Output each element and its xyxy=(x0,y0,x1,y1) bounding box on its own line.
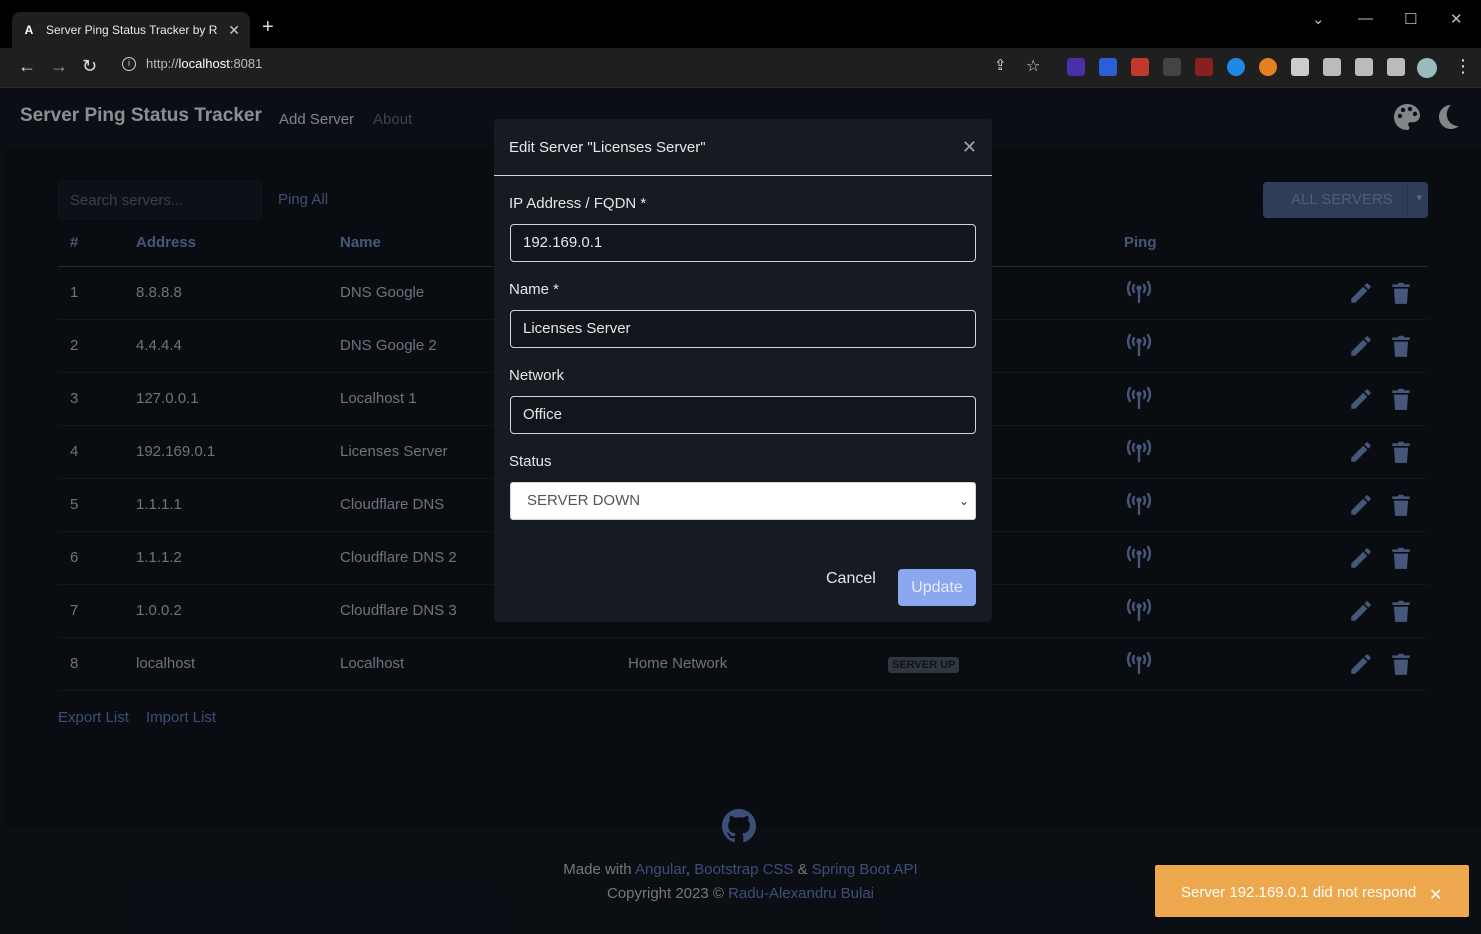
url-port: :8081 xyxy=(229,56,263,71)
network-label: Network xyxy=(509,367,565,384)
download-icon[interactable] xyxy=(1355,58,1373,76)
edit-server-modal: Edit Server "Licenses Server" ✕ IP Addre… xyxy=(494,119,992,622)
extension-icon[interactable] xyxy=(1163,58,1181,76)
name-label: Name * xyxy=(509,281,560,298)
angular-favicon-icon: A xyxy=(24,23,34,37)
toast-close-icon[interactable]: ✕ xyxy=(1429,885,1442,905)
ip-label: IP Address / FQDN * xyxy=(509,195,647,212)
ip-address-field[interactable]: 192.169.0.1 xyxy=(510,224,976,262)
extension-icon[interactable] xyxy=(1131,58,1149,76)
status-selected-value: SERVER DOWN xyxy=(527,492,641,509)
status-label: Status xyxy=(509,453,552,470)
tab-close-icon[interactable]: ✕ xyxy=(228,22,240,39)
browser-tab[interactable]: A Server Ping Status Tracker by Rad ✕ xyxy=(12,12,250,48)
status-select[interactable]: SERVER DOWN ⌄ xyxy=(510,482,976,520)
reading-list-icon[interactable] xyxy=(1323,58,1341,76)
browser-menu-icon[interactable]: ⋮ xyxy=(1454,56,1472,77)
site-info-icon[interactable]: i xyxy=(122,56,136,71)
bookmark-star-icon[interactable]: ☆ xyxy=(1026,56,1040,76)
profile-avatar[interactable] xyxy=(1417,58,1437,78)
share-icon[interactable]: ⇪ xyxy=(994,56,1007,74)
toast-notification: Server 192.169.0.1 did not respond ✕ xyxy=(1155,865,1469,917)
extension-icon[interactable] xyxy=(1195,58,1213,76)
close-icon[interactable]: ✕ xyxy=(962,137,977,158)
chevron-down-icon: ⌄ xyxy=(958,494,969,508)
cancel-button[interactable]: Cancel xyxy=(826,570,876,588)
extension-icon[interactable] xyxy=(1067,58,1085,76)
maximize-icon[interactable]: ☐ xyxy=(1404,10,1417,28)
name-field[interactable]: Licenses Server xyxy=(510,310,976,348)
url-scheme: http:// xyxy=(146,56,179,71)
extension-icon[interactable] xyxy=(1099,58,1117,76)
extension-icon[interactable] xyxy=(1259,58,1277,76)
url-host: localhost xyxy=(178,56,230,71)
extensions-puzzle-icon[interactable] xyxy=(1291,58,1309,76)
extension-icon[interactable] xyxy=(1227,58,1245,76)
url-field[interactable]: i http://localhost:8081 xyxy=(122,56,262,71)
forward-icon[interactable]: → xyxy=(50,56,68,77)
modal-header: Edit Server "Licenses Server" ✕ xyxy=(494,119,992,176)
browser-tabstrip: A Server Ping Status Tracker by Rad ✕ + … xyxy=(0,0,1481,48)
network-field[interactable]: Office xyxy=(510,396,976,434)
tab-title: Server Ping Status Tracker by Rad xyxy=(46,23,219,37)
tab-search-icon[interactable]: ⌄ xyxy=(1312,10,1325,28)
modal-title: Edit Server "Licenses Server" xyxy=(509,138,706,156)
side-panel-icon[interactable] xyxy=(1387,58,1405,76)
update-button[interactable]: Update xyxy=(898,569,976,606)
reload-icon[interactable]: ↻ xyxy=(82,56,97,77)
back-icon[interactable]: ← xyxy=(18,56,36,77)
toast-message: Server 192.169.0.1 did not respond xyxy=(1181,884,1417,901)
minimize-icon[interactable]: — xyxy=(1358,10,1373,27)
new-tab-icon[interactable]: + xyxy=(262,16,274,39)
window-close-icon[interactable]: ✕ xyxy=(1450,10,1463,28)
